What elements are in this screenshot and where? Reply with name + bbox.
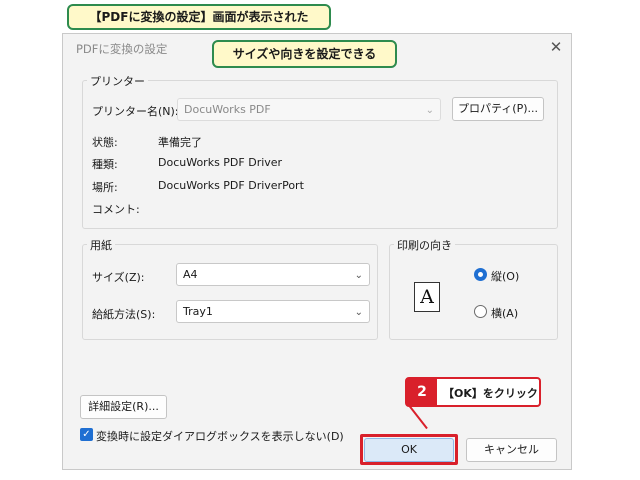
source-label: 給紙方法(S): [92,308,156,321]
chevron-down-icon: ⌄ [425,105,434,116]
printer-group-legend: プリンター [87,73,148,89]
orientation-group-legend: 印刷の向き [394,237,455,253]
chevron-down-icon: ⌄ [354,270,363,281]
paper-group [82,244,378,340]
comment-label: コメント: [92,203,140,216]
dialog-title: PDFに変換の設定 [76,42,168,56]
size-label: サイズ(Z): [92,271,145,284]
chevron-down-icon: ⌄ [354,307,363,318]
portrait-label[interactable]: 縦(O) [491,268,519,284]
paper-group-legend: 用紙 [87,237,115,253]
header-callout-text: 【PDFに変換の設定】画面が表示された [89,10,309,24]
type-label: 種類: [92,158,118,171]
size-orientation-callout: サイズや向きを設定できる [212,40,397,68]
printer-name-select[interactable]: DocuWorks PDF ⌄ [177,98,441,121]
properties-button[interactable]: プロパティ(P)... [452,97,544,121]
size-orientation-callout-text: サイズや向きを設定できる [232,47,377,61]
close-icon[interactable]: ✕ [546,37,566,57]
location-label: 場所: [92,181,118,194]
source-value: Tray1 [183,305,213,318]
page-preview-glyph: A [420,286,434,308]
source-select[interactable]: Tray1 ⌄ [176,300,370,323]
step-number-badge: 2 [407,379,437,405]
cancel-button[interactable]: キャンセル [466,438,557,462]
portrait-radio[interactable] [474,268,487,281]
page-portrait-icon: A [414,282,440,312]
status-label: 状態: [92,136,118,149]
dont-show-dialog-label[interactable]: 変換時に設定ダイアログボックスを表示しない(D) [96,428,344,444]
status-value: 準備完了 [158,136,202,149]
type-value: DocuWorks PDF Driver [158,156,283,169]
landscape-radio[interactable] [474,305,487,318]
advanced-settings-button[interactable]: 詳細設定(R)... [80,395,167,419]
step-callout: 2 【OK】をクリック [405,377,541,407]
size-value: A4 [183,268,198,281]
landscape-label[interactable]: 横(A) [491,305,518,321]
printer-name-value: DocuWorks PDF [184,103,271,116]
printer-name-label: プリンター名(N): [92,105,179,118]
header-callout: 【PDFに変換の設定】画面が表示された [67,4,331,30]
location-value: DocuWorks PDF DriverPort [158,179,304,192]
step-instruction: 【OK】をクリック [443,387,538,400]
ok-highlight-frame [360,434,458,465]
dont-show-dialog-checkbox[interactable]: ✓ [80,428,93,441]
size-select[interactable]: A4 ⌄ [176,263,370,286]
